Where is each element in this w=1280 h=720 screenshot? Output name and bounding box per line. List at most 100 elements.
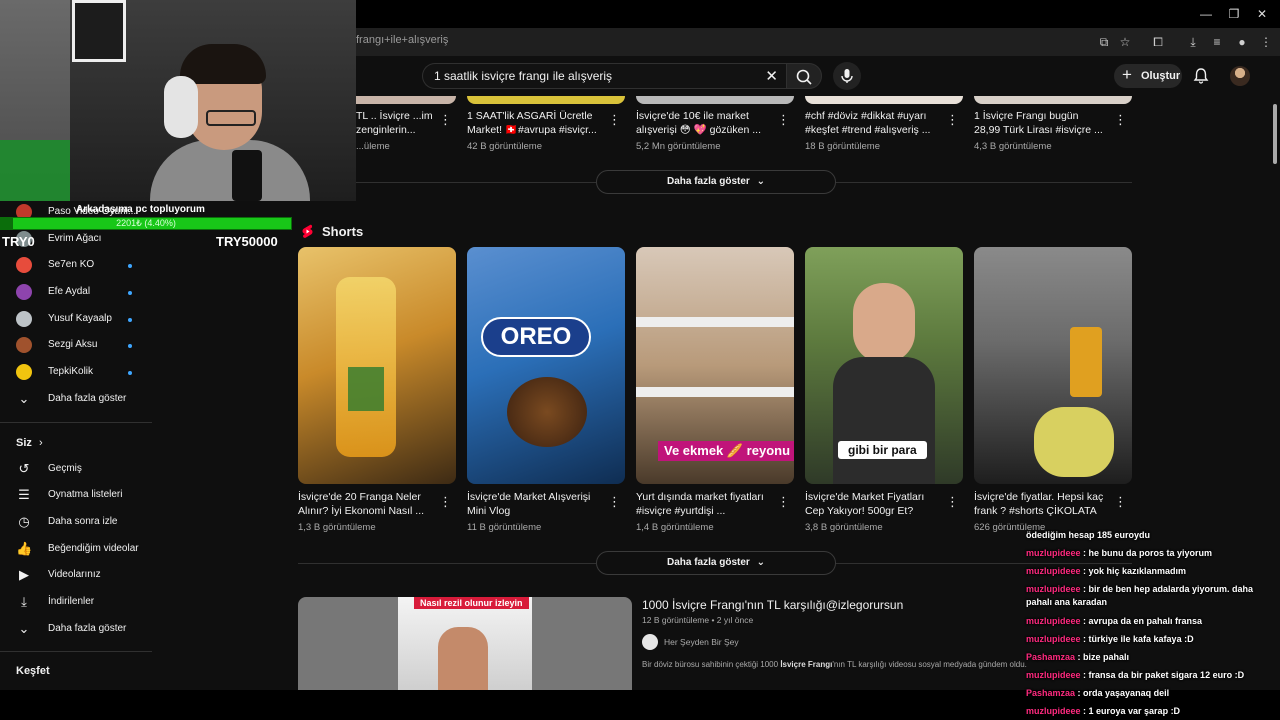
short-views: 1,3 B görüntüleme [298,522,376,533]
sidebar-item-history[interactable]: ↺ Geçmiş [0,457,152,483]
sidebar-item-liked-videos[interactable]: 👍 Beğendiğim videolar [0,537,152,563]
more-actions-icon[interactable]: ⋮ [777,494,790,510]
chat-username: muzlupideee [1026,584,1081,594]
close-window-icon[interactable]: ✕ [1254,6,1270,22]
short-title[interactable]: Yurt dışında market fiyatları #isviçre #… [636,490,766,518]
divider [835,563,1132,564]
video-icon: ▶ [19,567,29,582]
chat-username: Pashamzaa [1026,688,1076,698]
chat-message: ödediğim hesap 185 euroydu [1026,529,1278,542]
more-actions-icon[interactable]: ⋮ [1114,494,1127,510]
description-text: Bir döviz bürosu sahibinin çektiği 1000 [642,660,781,669]
chevron-down-icon: ⌄ [756,557,765,568]
video-thumbnail[interactable] [636,96,794,104]
show-more-shorts-button[interactable]: Daha fazla göster ⌄ [596,551,836,575]
sidebar-item-playlists[interactable]: ☰ Oynatma listeleri [0,483,152,509]
more-actions-icon[interactable]: ⋮ [1114,112,1127,128]
scrollbar-thumb[interactable] [1273,104,1277,164]
sidebar-you-heading[interactable]: Siz › [16,437,43,449]
minimize-icon[interactable]: — [1198,6,1214,22]
video-thumbnail[interactable]: Nasıl rezil olunur izleyin [298,597,632,690]
show-more-label: Daha fazla göster [667,176,750,187]
restore-icon[interactable]: ❐ [1226,6,1242,22]
short-thumbnail[interactable]: gibi bir para [805,247,963,484]
more-actions-icon[interactable]: ⋮ [777,112,790,128]
sidebar-item-sezgi-aksu[interactable]: Sezgi Aksu [0,333,152,359]
more-actions-icon[interactable]: ⋮ [608,112,621,128]
chat-username: muzlupideee [1026,548,1081,558]
donation-progress-text: 2201₺ (4.40%) [116,218,176,228]
chat-message: muzlupideee : yok hiç kazıklanmadım [1026,565,1278,578]
short-overlay-caption: Ve ekmek 🥖 reyonu [658,441,794,461]
more-actions-icon[interactable]: ⋮ [946,112,959,128]
sidebar-item-yusuf-kayaalp[interactable]: Yusuf Kayaalp [0,307,152,333]
video-description: Bir döviz bürosu sahibinin çektiği 1000 … [642,660,1027,669]
chat-text: : he bunu da poros ta yiyorum [1080,548,1213,558]
profile-icon[interactable]: ● [1234,34,1250,50]
sidebar-item-se7en-ko[interactable]: Se7en KO [0,253,152,279]
video-thumbnail[interactable] [467,96,625,104]
channel-name[interactable]: Her Şeyden Bir Şey [664,637,739,647]
more-actions-icon[interactable]: ⋮ [608,494,621,510]
chat-message: Pashamzaa : bize pahalı [1026,651,1278,664]
video-title[interactable]: #chf #döviz #dikkat #uyarı #keşfet #tren… [805,109,935,137]
video-title[interactable]: 1 SAAT'lik ASGARİ Ücretle Market! 🇨🇭#avr… [467,109,597,137]
body-shape [833,357,935,484]
search-input[interactable]: 1 saatlik isviçre frangı ile alışveriş [434,69,612,83]
short-title[interactable]: İsviçre'de fiyatlar. Hepsi kaç frank ? #… [974,490,1104,518]
short-title[interactable]: İsviçre'de Market Alışverişi Mini Vlog [467,490,597,518]
search-box[interactable]: 1 saatlik isviçre frangı ile alışveriş ✕ [422,63,786,89]
short-thumbnail[interactable] [298,247,456,484]
channel-avatar[interactable] [642,634,658,650]
notifications-bell-icon[interactable] [1192,67,1210,85]
sidebar-item-watch-later[interactable]: ◷ Daha sonra izle [0,510,152,536]
sidebar-item-your-videos[interactable]: ▶ Videolarınız [0,563,152,589]
clear-search-icon[interactable]: ✕ [765,67,778,85]
account-avatar[interactable] [1230,66,1250,86]
short-title[interactable]: İsviçre'de 20 Franga Neler Alınır? İyi E… [298,490,428,518]
media-icon[interactable]: ≡ [1209,34,1225,50]
create-button[interactable]: + Oluştur [1114,64,1182,88]
show-more-button[interactable]: Daha fazla göster ⌄ [596,170,836,194]
download-icon[interactable]: ⤓ [1185,34,1201,50]
video-title[interactable]: 1 İsviçre Frangı bugün 28,99 Türk Lirası… [974,109,1104,137]
sidebar-item-efe-aydal[interactable]: Efe Aydal [0,280,152,306]
voice-search-button[interactable] [833,62,861,90]
description-text: 'nın TL karşılığı videosu sosyal medyada… [832,660,1027,669]
short-title[interactable]: İsviçre'de Market Fiyatları Cep Yakıyor!… [805,490,935,518]
channel-avatar [16,257,32,273]
menu-icon[interactable]: ⋮ [1258,34,1274,50]
chat-text: : fransa da bir paket sigara 12 euro :D [1080,670,1245,680]
sidebar-show-more-you[interactable]: ⌄ Daha fazla göster [0,617,152,643]
sidebar-divider [0,422,152,423]
chat-message: muzlupideee : avrupa da en pahalı fransa [1026,615,1278,628]
search-button[interactable] [786,63,822,89]
shorts-logo-icon [302,224,313,238]
sidebar-item-label: Geçmiş [48,463,82,474]
more-actions-icon[interactable]: ⋮ [946,494,959,510]
short-thumbnail[interactable] [974,247,1132,484]
sidebar-item-tepkikolik[interactable]: TepkiKolik [0,360,152,386]
video-title[interactable]: İsviçre'de 10€ ile market alışverişi 😳 💖… [636,109,766,137]
short-views: 3,8 B görüntüleme [805,522,883,533]
video-title[interactable]: TL .. İsviçre ...im zenginlerin... [356,109,436,137]
url-text[interactable]: frangı+ile+alışveriş [356,34,448,46]
video-views: 4,3 B görüntüleme [974,141,1052,152]
label-shape [348,367,384,411]
sidebar-show-more-subscriptions[interactable]: ⌄ Daha fazla göster [0,387,152,413]
sidebar-item-label: Beğendiğim videolar [48,543,139,554]
short-thumbnail[interactable]: OREO [467,247,625,484]
more-actions-icon[interactable]: ⋮ [439,112,452,128]
video-thumbnail[interactable] [805,96,963,104]
short-thumbnail[interactable]: Ve ekmek 🥖 reyonu [636,247,794,484]
extensions-icon[interactable]: ⧠ [1150,34,1166,50]
video-thumbnail[interactable] [974,96,1132,104]
video-title[interactable]: 1000 İsviçre Frangı'nın TL karşılığı@izl… [642,598,903,612]
shelf-shape [636,317,794,327]
short-overlay-caption: gibi bir para [838,441,927,459]
more-actions-icon[interactable]: ⋮ [439,494,452,510]
new-content-dot [128,318,132,322]
bookmark-star-icon[interactable]: ☆ [1117,34,1133,50]
sidebar-item-downloads[interactable]: ⤓ İndirilenler [0,590,152,616]
cast-icon[interactable]: ⧉ [1096,34,1112,50]
